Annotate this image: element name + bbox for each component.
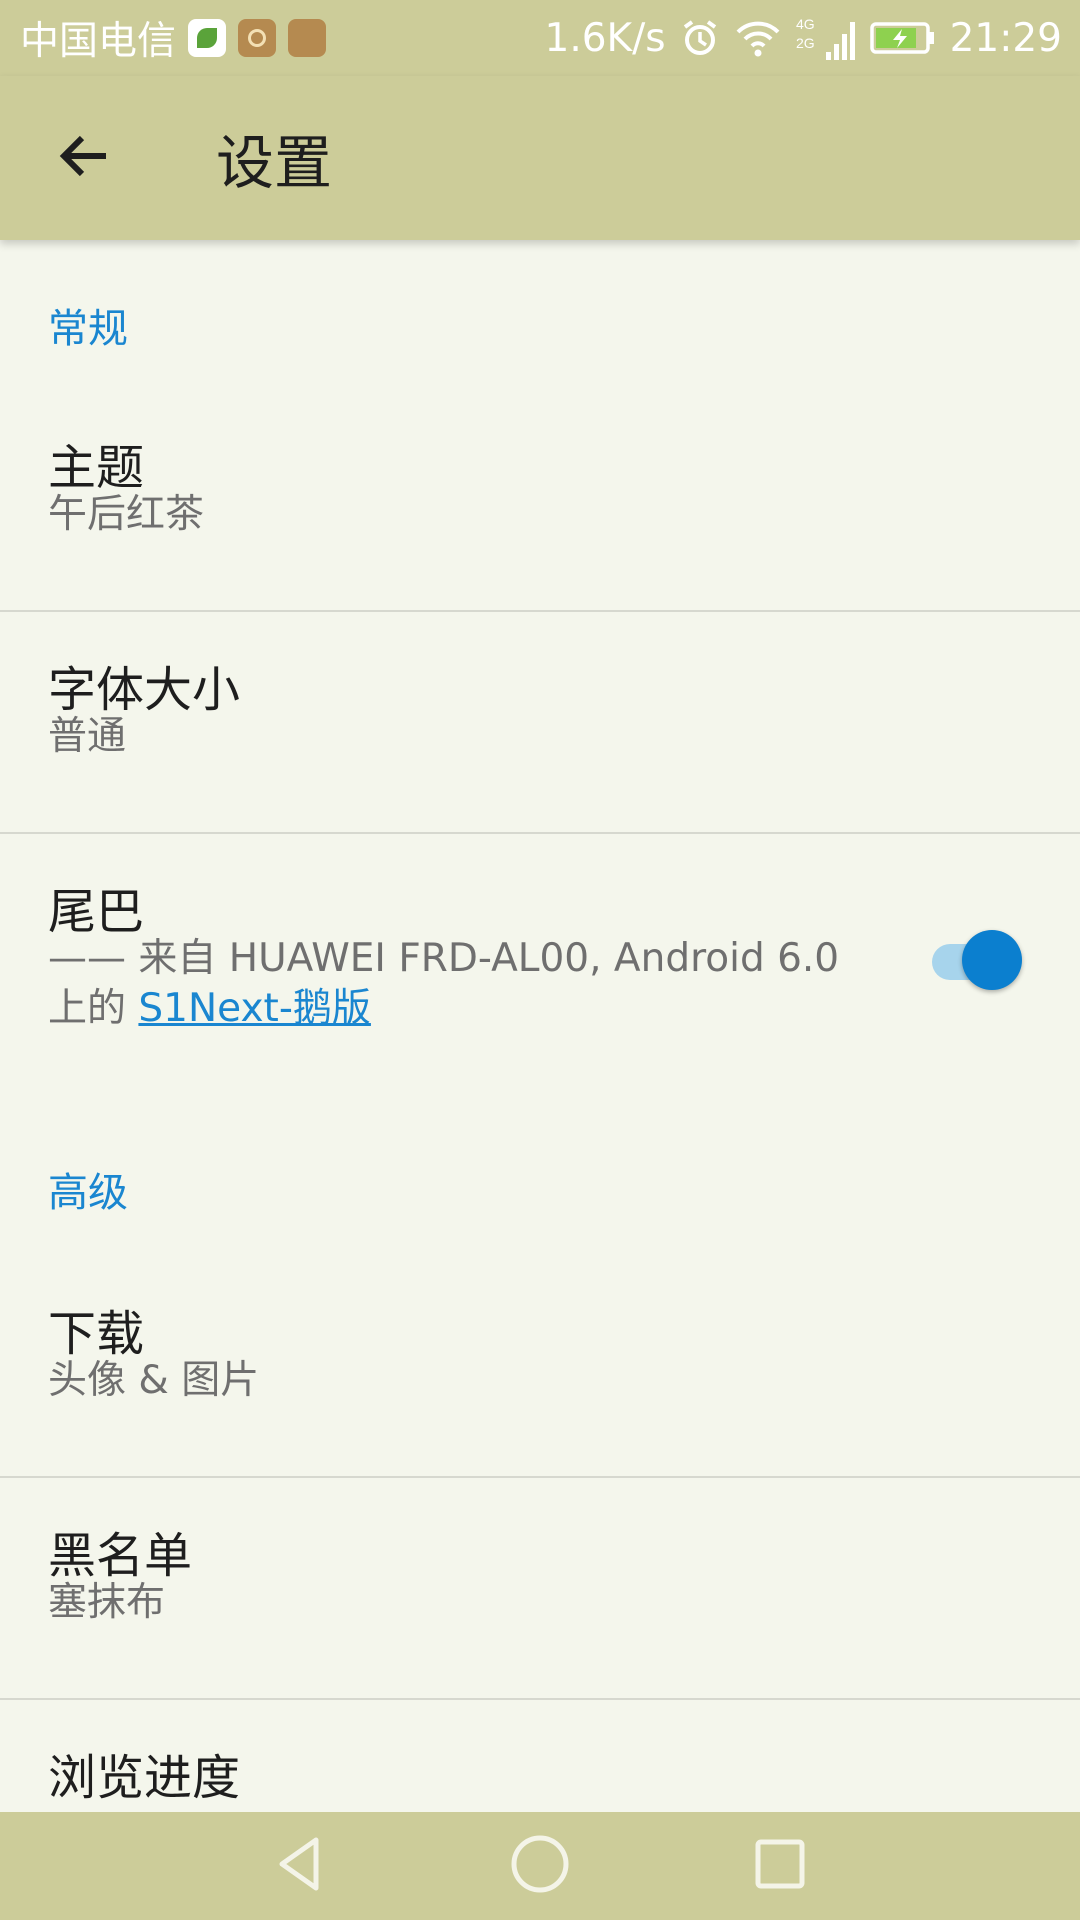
nav-back-button[interactable] (240, 1812, 360, 1920)
nav-home-button[interactable] (480, 1812, 600, 1920)
pref-download-summary: 头像 & 图片 (48, 1358, 260, 1403)
pref-blacklist[interactable]: 黑名单 塞抹布 (0, 1478, 1080, 1698)
section-header-advanced: 高级 (48, 1170, 128, 1216)
home-circle-icon (508, 1832, 572, 1900)
pref-font-size[interactable]: 字体大小 普通 (0, 612, 1080, 832)
health-app-icon (238, 19, 277, 57)
usb-icon (288, 19, 327, 57)
pref-read-progress-title: 浏览进度 (48, 1750, 241, 1806)
pref-signature-title: 尾巴 (48, 884, 145, 940)
back-button[interactable] (40, 114, 128, 202)
pref-signature[interactable]: 尾巴 —— 来自 HUAWEI FRD-AL00, Android 6.0 上的… (0, 834, 1080, 1114)
pref-download-title: 下载 (48, 1306, 145, 1362)
clock-label: 21:29 (949, 15, 1062, 61)
pref-signature-summary-line2: 上的 S1Next-鹅版 (48, 984, 868, 1034)
network-2g-label: 2G (796, 35, 815, 51)
net-speed-label: 1.6K/s (544, 15, 666, 61)
pref-blacklist-summary: 塞抹布 (48, 1580, 166, 1625)
pref-signature-summary-prefix: 上的 (48, 986, 127, 1031)
pref-theme-summary: 午后红茶 (48, 492, 205, 537)
navigation-bar (0, 1812, 1080, 1920)
leaf-app-icon (188, 19, 227, 57)
battery-charging-icon (869, 20, 936, 56)
status-bar: 中国电信 1.6K/s 4G 2G 21:29 (0, 0, 1080, 76)
recents-square-icon (750, 1834, 810, 1898)
settings-list: 常规 主题 午后红茶 字体大小 普通 尾巴 —— 来自 HUAWEI FRD-A… (0, 240, 1080, 1812)
pref-theme[interactable]: 主题 午后红茶 (0, 390, 1080, 600)
alarm-icon (680, 18, 720, 58)
arrow-back-icon (56, 128, 112, 188)
signature-toggle[interactable] (926, 924, 1022, 994)
pref-signature-summary-line1: —— 来自 HUAWEI FRD-AL00, Android 6.0 (48, 936, 840, 981)
pref-blacklist-title: 黑名单 (48, 1528, 193, 1584)
status-bar-left: 中国电信 (20, 0, 327, 76)
pref-font-size-summary: 普通 (48, 714, 127, 759)
pref-download[interactable]: 下载 头像 & 图片 (0, 1256, 1080, 1466)
s1next-link[interactable]: S1Next-鹅版 (138, 986, 371, 1031)
pref-read-progress[interactable]: 浏览进度 (0, 1700, 1080, 1812)
toggle-thumb (962, 930, 1022, 990)
wifi-icon (734, 18, 782, 58)
page-title: 设置 (216, 129, 333, 197)
pref-theme-title: 主题 (48, 440, 145, 496)
carrier-label: 中国电信 (20, 19, 177, 64)
pref-signature-summary: —— 来自 HUAWEI FRD-AL00, Android 6.0 上的 S1… (48, 934, 868, 1034)
status-bar-right: 1.6K/s 4G 2G 21:29 (545, 0, 1062, 76)
signal-icon: 4G 2G (796, 14, 856, 62)
back-triangle-icon (270, 1834, 330, 1898)
network-4g-label: 4G (796, 16, 815, 32)
nav-recents-button[interactable] (720, 1812, 840, 1920)
app-bar: 设置 (0, 76, 1080, 240)
section-header-general: 常规 (48, 306, 128, 352)
pref-font-size-title: 字体大小 (48, 662, 241, 718)
